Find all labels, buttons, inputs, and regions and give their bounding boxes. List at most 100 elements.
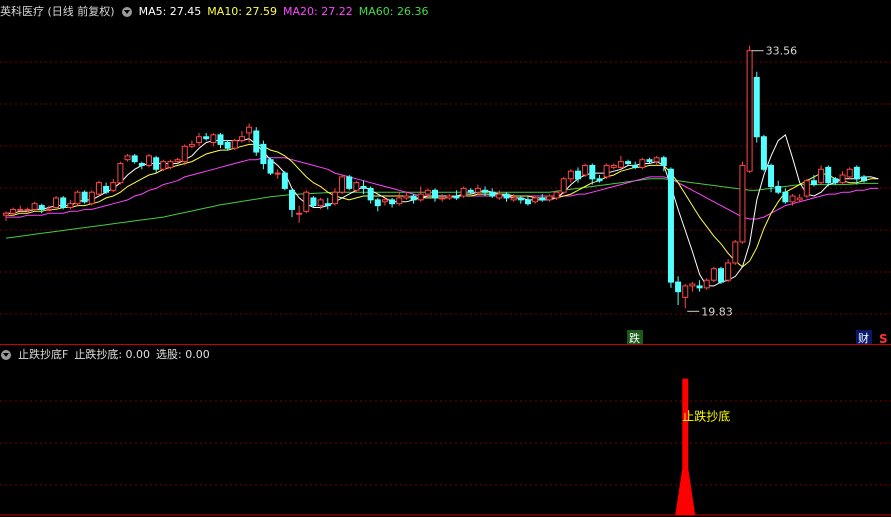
candle-body: [667, 168, 674, 283]
candle-body: [324, 203, 331, 207]
candle-body: [503, 193, 510, 199]
candle-body: [131, 155, 138, 163]
candle-body: [625, 161, 632, 165]
candle-body: [374, 199, 381, 207]
candle-body: [410, 195, 417, 201]
candle-body: [317, 199, 324, 207]
candle-body: [760, 136, 767, 170]
candle-body: [524, 199, 531, 205]
candle-body: [367, 187, 374, 201]
mark-cai-label: 财: [858, 331, 869, 345]
candle-body: [589, 164, 596, 180]
candle-body: [10, 208, 17, 214]
candle-body: [95, 182, 102, 195]
candle-body: [281, 172, 288, 189]
candle-body: [675, 281, 682, 293]
candle-body: [474, 187, 481, 193]
candle-body: [246, 126, 253, 134]
candle-body: [696, 285, 703, 289]
candle-body: [203, 136, 210, 140]
candle-body: [432, 189, 438, 199]
candle-body: [153, 157, 160, 170]
candle-body: [803, 180, 810, 197]
candle-body: [646, 159, 653, 163]
candle-body: [188, 143, 195, 147]
candle-body: [60, 197, 67, 209]
candle-body: [460, 187, 467, 197]
candle-body: [810, 180, 817, 186]
candle-body: [746, 50, 753, 172]
candle-body: [739, 164, 746, 243]
candle-body: [67, 203, 74, 209]
candle-body: [74, 191, 81, 205]
candle-body: [482, 189, 489, 193]
candle-body: [575, 170, 581, 180]
candle-body: [296, 212, 303, 215]
low-price-label: 19.83: [701, 305, 733, 318]
candle-body: [396, 197, 403, 205]
candle-body: [167, 161, 174, 168]
candle-body: [146, 155, 152, 166]
high-price-label: 33.56: [766, 45, 798, 58]
candle-body: [53, 197, 60, 209]
candle-body: [160, 161, 167, 170]
candle-body: [567, 170, 574, 180]
candle-body: [346, 176, 353, 189]
candle-body: [38, 205, 45, 210]
candle-body: [181, 145, 188, 163]
candle-body: [174, 159, 181, 163]
candle-body: [560, 178, 567, 193]
candle-body: [818, 168, 825, 184]
candle-body: [703, 279, 710, 289]
candle-body: [289, 189, 295, 210]
mark-die-label: 跌: [629, 331, 640, 345]
candle-body: [467, 189, 474, 193]
candle-body: [260, 143, 267, 165]
candle-body: [853, 166, 860, 180]
candle-body: [110, 182, 117, 191]
candle-body: [539, 197, 546, 201]
candle-body: [517, 197, 524, 201]
candle-body: [782, 191, 789, 203]
candle-body: [582, 164, 589, 176]
candle-body: [339, 176, 346, 193]
candle-body: [553, 191, 560, 199]
candle-body: [639, 159, 646, 168]
candle-body: [124, 155, 131, 161]
candle-body: [217, 134, 224, 145]
signal-spike: [675, 378, 696, 515]
candle-body: [446, 195, 453, 199]
candle-body: [710, 268, 717, 281]
candle-body: [267, 159, 274, 174]
candle-body: [3, 212, 9, 216]
candle-body: [753, 76, 760, 138]
candle-body: [546, 195, 553, 201]
candle-body: [117, 163, 124, 184]
candle-body: [24, 208, 31, 211]
candle-body: [839, 174, 846, 184]
candle-body: [453, 195, 460, 199]
candle-body: [768, 164, 775, 187]
candle-body: [88, 191, 95, 205]
candle-body: [532, 197, 539, 203]
candle-body: [617, 161, 624, 168]
candle-body: [610, 164, 617, 168]
candle-body: [210, 134, 217, 143]
candle-body: [632, 164, 639, 168]
candle-body: [17, 208, 24, 211]
candle-body: [775, 185, 782, 193]
indicator-chart[interactable]: 止跌抄底: [0, 345, 891, 517]
candle-body: [789, 195, 796, 203]
candle-body: [496, 193, 503, 199]
candle-body: [103, 185, 110, 193]
candle-body: [45, 208, 52, 211]
candle-body: [732, 241, 739, 264]
candle-body: [231, 140, 238, 149]
candle-body: [224, 141, 231, 149]
candle-body: [846, 168, 853, 178]
candle-body: [360, 185, 367, 189]
candle-body: [381, 199, 388, 203]
candle-body: [796, 197, 803, 201]
candlestick-chart[interactable]: 33.5619.83跌财 S: [0, 0, 891, 345]
candle-body: [861, 176, 867, 182]
